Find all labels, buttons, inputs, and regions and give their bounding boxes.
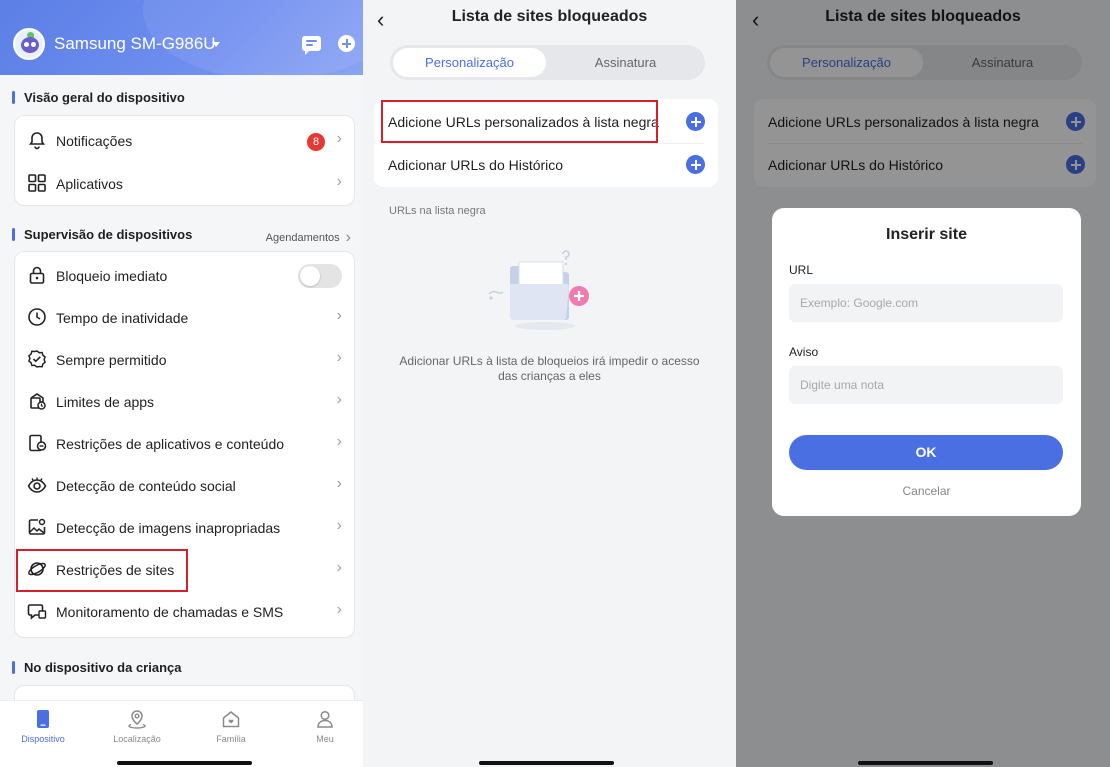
section-title-overview: Visão geral do dispositivo: [12, 90, 185, 105]
add-history-urls-item[interactable]: Adicionar URLs do Histórico: [388, 157, 563, 173]
row-image-detection[interactable]: Detecção de imagens inapropriadas ›: [15, 506, 354, 548]
row-app-limits[interactable]: Limites de apps ›: [15, 380, 354, 422]
row-label: Sempre permitido: [56, 352, 167, 368]
avatar-eye: [24, 42, 29, 47]
content-restriction-icon: [29, 434, 47, 452]
location-icon: [128, 710, 146, 729]
notification-count-badge: 8: [307, 133, 325, 151]
chat-monitor-icon: [27, 604, 47, 620]
row-apps[interactable]: Aplicativos ›: [15, 162, 354, 204]
home-indicator: [117, 761, 252, 765]
chevron-right-icon: ›: [336, 475, 342, 492]
row-always-allowed[interactable]: Sempre permitido ›: [15, 338, 354, 380]
avatar-eye: [31, 42, 36, 47]
chevron-right-icon: ›: [336, 307, 342, 324]
overview-card: Notificações 8 › Aplicativos ›: [14, 115, 355, 206]
site-restrictions-highlight: [16, 549, 188, 592]
message-icon[interactable]: [302, 36, 321, 55]
row-label: Aplicativos: [56, 176, 123, 192]
row-label: Detecção de imagens inapropriadas: [56, 520, 281, 536]
chevron-right-icon: ›: [336, 349, 342, 366]
row-calls-sms[interactable]: Monitoramento de chamadas e SMS ›: [15, 590, 354, 632]
tab-subscription[interactable]: Assinatura: [549, 48, 702, 77]
instant-lock-toggle[interactable]: [298, 264, 342, 288]
person-icon: [317, 710, 333, 728]
device-overview-screen: Samsung SM-G986U Visão geral do disposit…: [0, 0, 363, 767]
row-label: Restrições de aplicativos e conteúdo: [56, 436, 285, 452]
tab-customization[interactable]: Personalização: [393, 48, 546, 77]
dialog-title: Inserir site: [886, 226, 967, 243]
section-title-child-device: No dispositivo da criança: [12, 660, 182, 675]
row-notifications[interactable]: Notificações 8 ›: [15, 119, 354, 161]
row-downtime[interactable]: Tempo de inatividade ›: [15, 296, 354, 338]
row-social-detection[interactable]: Detecção de conteúdo social ›: [15, 464, 354, 506]
blacklist-label: URLs na lista negra: [389, 205, 486, 217]
tab-label: Dispositivo: [21, 734, 65, 744]
row-app-content-restrictions[interactable]: Restrições de aplicativos e conteúdo ›: [15, 422, 354, 464]
chevron-right-icon: ›: [336, 391, 342, 408]
lock-icon: [29, 266, 45, 284]
shield-check-icon: [28, 350, 46, 368]
empty-state-line: das crianças a eles: [498, 369, 601, 383]
tab-label: Localização: [113, 734, 161, 744]
empty-folder-icon: [488, 250, 589, 330]
clock-icon: [28, 308, 46, 326]
avatar[interactable]: [13, 28, 45, 60]
cancel-button[interactable]: Cancelar: [772, 484, 1081, 498]
empty-state-line: Adicionar URLs à lista de bloqueios irá …: [399, 354, 700, 368]
url-input[interactable]: [789, 284, 1063, 322]
note-input[interactable]: [789, 366, 1063, 404]
page-title: Lista de sites bloqueados: [451, 8, 648, 25]
device-name[interactable]: Samsung SM-G986U: [54, 34, 216, 54]
row-label: Notificações: [56, 133, 133, 149]
eye-icon: [27, 477, 47, 493]
blocked-sites-screen: ‹ Lista de sites bloqueados Personalizaç…: [363, 0, 736, 767]
chevron-right-icon: ›: [336, 559, 342, 576]
empty-state-text: Adicionar URLs à lista de bloqueios irá …: [383, 354, 716, 384]
row-label: Detecção de conteúdo social: [56, 478, 236, 494]
custom-urls-highlight: [381, 100, 658, 143]
chevron-right-icon: ›: [336, 130, 342, 147]
note-label: Aviso: [789, 345, 819, 359]
family-home-icon: [222, 711, 240, 728]
home-indicator: [479, 761, 614, 765]
apps-grid-icon: [28, 174, 46, 192]
bottom-tab-bar: Dispositivo Localização Família Meu: [0, 700, 363, 767]
segmented-control: Personalização Assinatura: [390, 45, 705, 80]
url-label: URL: [789, 263, 814, 277]
row-instant-lock: Bloqueio imediato: [15, 254, 354, 296]
divider: [388, 143, 704, 144]
tab-device[interactable]: Dispositivo: [3, 709, 83, 744]
chevron-right-icon: ›: [336, 517, 342, 534]
ok-button[interactable]: OK: [789, 435, 1063, 470]
device-header: Samsung SM-G986U: [0, 0, 363, 80]
section-title-supervision: Supervisão de dispositivos: [12, 227, 192, 242]
avatar-face: [21, 37, 39, 53]
insert-site-screen: ‹ Lista de sites bloqueados Personalizaç…: [736, 0, 1110, 767]
row-label: Bloqueio imediato: [56, 268, 168, 284]
tab-location[interactable]: Localização: [97, 709, 177, 744]
add-history-url-plus-icon[interactable]: [686, 155, 705, 174]
app-limit-icon: [30, 393, 46, 410]
add-device-icon[interactable]: [338, 35, 355, 52]
image-detect-icon: [28, 518, 46, 535]
row-label: Tempo de inatividade: [56, 310, 189, 326]
chevron-right-icon: ›: [336, 433, 342, 450]
row-label: Monitoramento de chamadas e SMS: [56, 604, 284, 620]
home-indicator: [858, 761, 993, 765]
tab-label: Família: [216, 734, 246, 744]
add-custom-url-plus-icon[interactable]: [686, 112, 705, 131]
device-icon: [37, 710, 49, 728]
schedules-link[interactable]: Agendamentos: [266, 228, 351, 246]
insert-site-dialog: Inserir site URL Aviso OK Cancelar: [772, 208, 1081, 516]
tab-family[interactable]: Família: [191, 709, 271, 744]
tab-me[interactable]: Meu: [285, 709, 363, 744]
chevron-down-icon[interactable]: [212, 42, 220, 47]
chevron-right-icon: ›: [336, 173, 342, 190]
tab-label: Meu: [316, 734, 334, 744]
row-label: Limites de apps: [56, 394, 155, 410]
chevron-right-icon: ›: [336, 601, 342, 618]
bell-icon: [28, 132, 46, 150]
